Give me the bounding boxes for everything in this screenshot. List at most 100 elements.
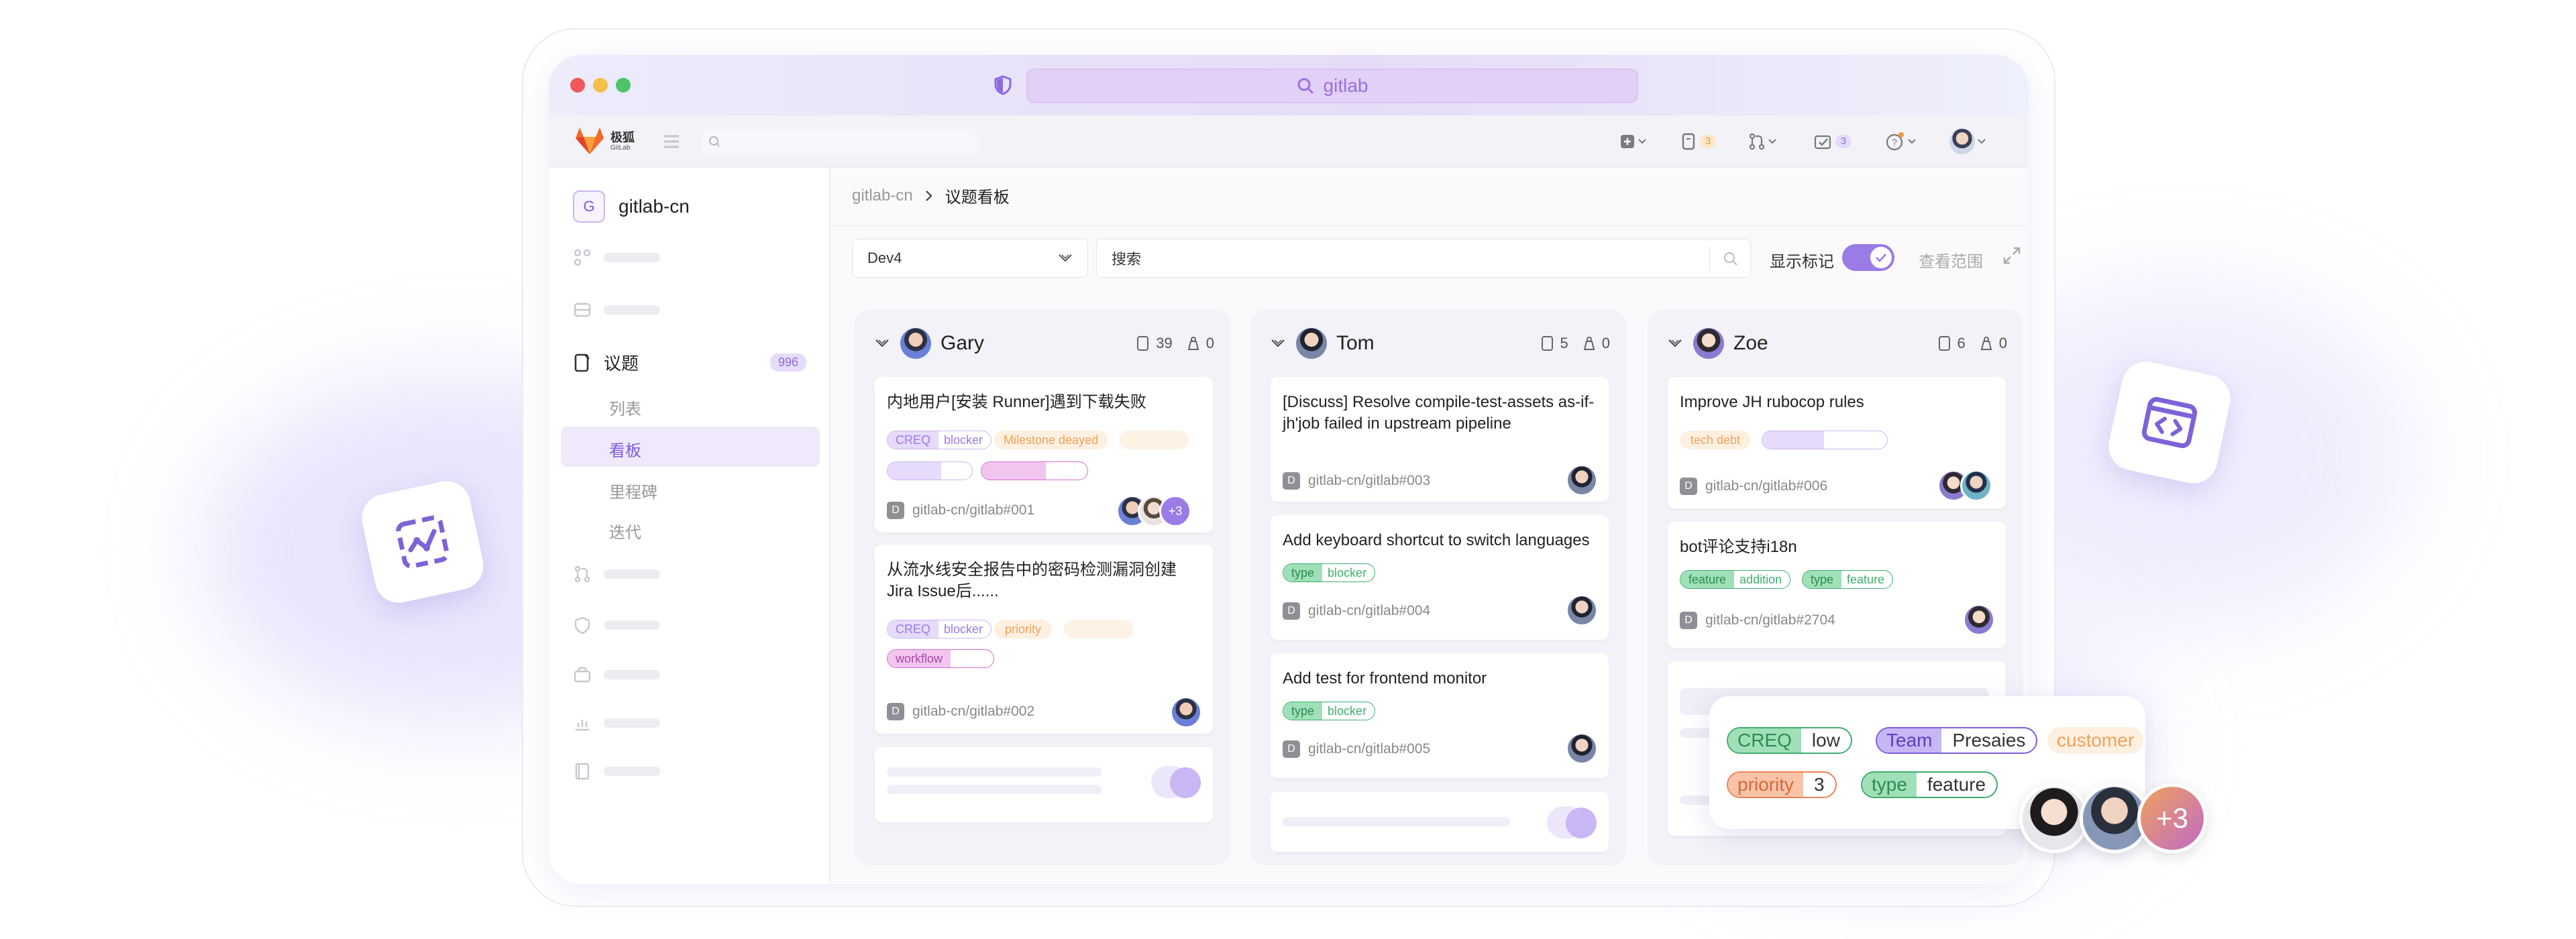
- issue-card[interactable]: bot评论支持i18n feature addition type featur…: [1668, 522, 2006, 648]
- sidebar-item-wiki[interactable]: [573, 762, 660, 781]
- toolbar-issues-button[interactable]: 3: [1681, 127, 1716, 156]
- expand-icon[interactable]: [2002, 245, 2022, 266]
- issue-card[interactable]: 内地用户[安装 Runner]遇到下载失败 CREQ blocker Miles…: [875, 377, 1213, 533]
- label-tag[interactable]: Milestone deayed: [994, 431, 1108, 449]
- avatar[interactable]: [1566, 732, 1598, 765]
- label-tag[interactable]: type feature: [1802, 570, 1894, 589]
- breadcrumb: gitlab-cn 议题看板: [852, 184, 1010, 207]
- issues-count-badge: 3: [1700, 135, 1716, 148]
- issue-reference[interactable]: D gitlab-cn/gitlab#2704: [1680, 612, 1835, 629]
- more-avatars-badge[interactable]: +3: [2137, 783, 2207, 853]
- hamburger-menu-icon[interactable]: [663, 134, 680, 149]
- breadcrumb-parent[interactable]: gitlab-cn: [852, 186, 913, 205]
- label-tag[interactable]: priority: [994, 620, 1053, 639]
- more-assignees-badge[interactable]: +3: [1159, 495, 1191, 527]
- help-button[interactable]: ?: [1885, 127, 1916, 156]
- maximize-window-button[interactable]: [616, 78, 631, 93]
- label-tag[interactable]: feature addition: [1680, 570, 1791, 589]
- label-tag[interactable]: CREQ blocker: [887, 620, 992, 639]
- sidebar-item-security[interactable]: [573, 616, 660, 634]
- label-tag[interactable]: [1762, 431, 1888, 449]
- merge-requests-button[interactable]: [1748, 127, 1776, 156]
- collapse-chevron-icon[interactable]: [875, 339, 890, 348]
- logo-en-text: GitLab: [610, 144, 631, 152]
- search-icon[interactable]: [1723, 252, 1738, 266]
- sidebar-item-packages[interactable]: [573, 665, 660, 684]
- board-select[interactable]: Dev4: [852, 239, 1088, 278]
- sidebar-sub-list[interactable]: 列表: [609, 396, 641, 419]
- sidebar-item-merge-requests[interactable]: [573, 565, 660, 584]
- user-menu-button[interactable]: [1949, 127, 1986, 156]
- todos-count-badge: 3: [1835, 135, 1851, 148]
- gitlab-logo-icon[interactable]: [574, 126, 605, 156]
- issue-ref-text: gitlab-cn/gitlab#005: [1308, 741, 1431, 757]
- avatar[interactable]: [1566, 594, 1598, 626]
- skeleton-line: [887, 785, 1102, 794]
- label-tag[interactable]: type blocker: [1283, 563, 1376, 582]
- label-tag[interactable]: Team Presaies: [1876, 727, 2038, 754]
- sidebar-sub-board[interactable]: 看板: [609, 437, 641, 461]
- issue-reference[interactable]: D gitlab-cn/gitlab#002: [887, 703, 1034, 720]
- issue-card[interactable]: [Discuss] Resolve compile-test-assets as…: [1271, 377, 1609, 502]
- todo-check-icon: [1814, 135, 1831, 150]
- label-value: addition: [1739, 572, 1782, 586]
- label-tag[interactable]: workflow: [887, 649, 994, 668]
- issue-card[interactable]: Add test for frontend monitor type block…: [1271, 653, 1609, 778]
- global-search-input[interactable]: [702, 129, 977, 154]
- todos-button[interactable]: 3: [1814, 127, 1851, 156]
- label-key: CREQ: [888, 431, 939, 449]
- label-tag[interactable]: customer: [2047, 727, 2144, 754]
- address-bar[interactable]: gitlab: [1026, 68, 1638, 103]
- issue-reference[interactable]: D gitlab-cn/gitlab#001: [887, 502, 1034, 519]
- avatar[interactable]: [1170, 696, 1202, 728]
- label-key: CREQ: [1728, 728, 1801, 753]
- sidebar-item-overview[interactable]: [573, 248, 660, 267]
- help-icon: ?: [1886, 132, 1904, 151]
- sidebar-item-issues[interactable]: 议题 996: [573, 350, 820, 375]
- label-tag[interactable]: [981, 461, 1088, 480]
- sidebar-item-repository[interactable]: [573, 300, 660, 319]
- label-tag[interactable]: priority 3: [1727, 771, 1837, 798]
- column-weight: 0: [1205, 335, 1214, 351]
- issue-card[interactable]: Add keyboard shortcut to switch language…: [1271, 515, 1609, 640]
- issue-reference[interactable]: D gitlab-cn/gitlab#006: [1680, 478, 1827, 495]
- column-header: Gary 39 0: [875, 323, 1214, 364]
- label-tag[interactable]: CREQ low: [1727, 727, 1852, 754]
- issue-card[interactable]: 从流水线安全报告中的密码检测漏洞创建Jira Issue后...... CREQ…: [875, 545, 1213, 734]
- label-tag[interactable]: [1064, 620, 1134, 639]
- project-header[interactable]: G gitlab-cn: [573, 190, 690, 223]
- issue-reference[interactable]: D gitlab-cn/gitlab#004: [1283, 602, 1430, 620]
- avatar[interactable]: [1963, 604, 1995, 636]
- avatar[interactable]: [1566, 464, 1598, 496]
- label-tag[interactable]: type blocker: [1283, 702, 1376, 720]
- label-tag[interactable]: [887, 461, 973, 480]
- sidebar-sub-iterations[interactable]: 迭代: [609, 519, 641, 543]
- avatar[interactable]: [1960, 470, 1992, 502]
- issue-card[interactable]: Improve JH rubocop rules tech debt D git…: [1668, 377, 2006, 508]
- label-key: type: [1283, 564, 1323, 582]
- minimize-window-button[interactable]: [593, 78, 608, 93]
- sidebar-sub-milestones[interactable]: 里程碑: [609, 479, 657, 502]
- view-scope-button[interactable]: 查看范围: [1919, 248, 1983, 272]
- weight-icon: [1583, 337, 1595, 350]
- sidebar-item-analytics[interactable]: [573, 714, 660, 732]
- issue-reference[interactable]: D gitlab-cn/gitlab#003: [1283, 472, 1430, 490]
- column-stats: 5 0: [1540, 335, 1610, 352]
- close-window-button[interactable]: [570, 78, 585, 93]
- issue-reference[interactable]: D gitlab-cn/gitlab#005: [1283, 740, 1430, 758]
- sidebar-placeholder-bar: [604, 620, 660, 630]
- label-tag[interactable]: type feature: [1861, 771, 1998, 798]
- label-tag[interactable]: CREQ blocker: [887, 431, 992, 449]
- collapse-chevron-icon[interactable]: [1668, 339, 1682, 348]
- label-tag[interactable]: [1119, 431, 1189, 449]
- label-value: blocker: [944, 433, 983, 447]
- label-fill: [888, 462, 941, 480]
- avatar[interactable]: [2019, 783, 2089, 853]
- create-new-button[interactable]: [1619, 127, 1646, 156]
- plus-square-icon: [1621, 135, 1634, 148]
- collapse-chevron-icon[interactable]: [1271, 339, 1285, 348]
- board-search-input[interactable]: 搜索: [1096, 239, 1751, 278]
- show-labels-toggle[interactable]: [1842, 244, 1894, 271]
- label-tag[interactable]: tech debt: [1680, 431, 1752, 449]
- breadcrumb-current: 议题看板: [945, 188, 1010, 207]
